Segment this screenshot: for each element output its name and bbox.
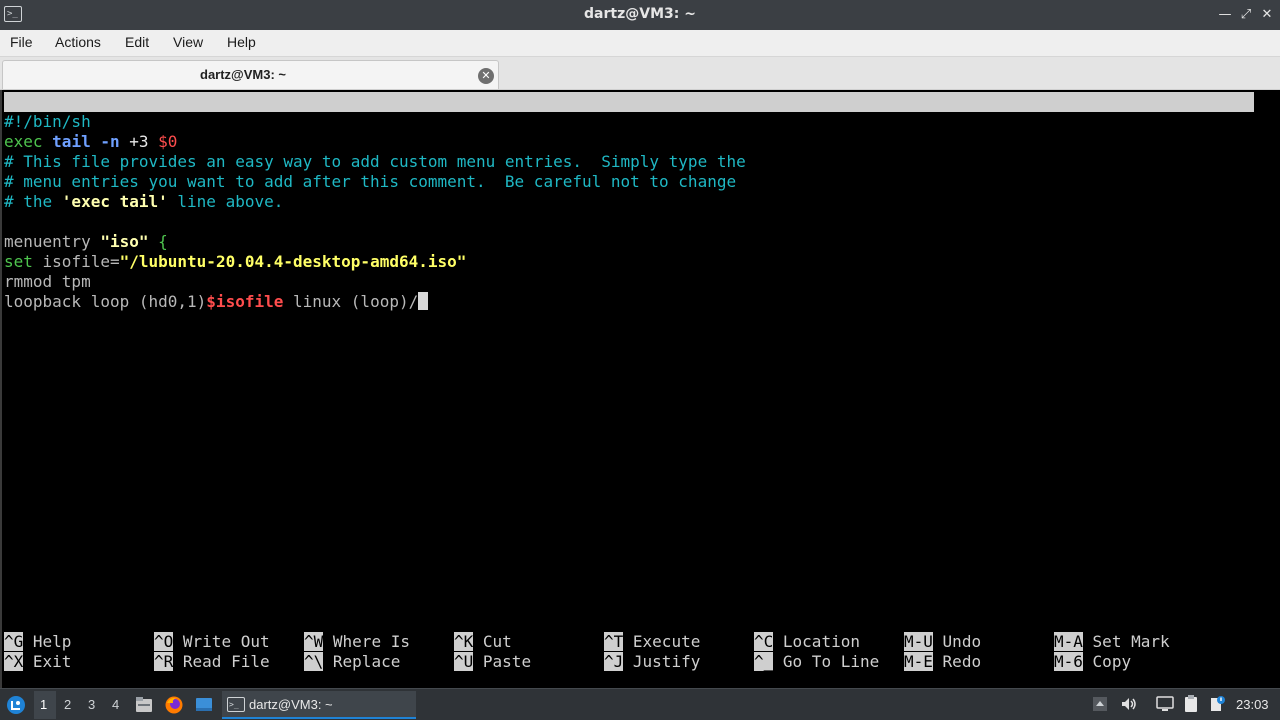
workspace-2[interactable]: 2 [64,697,71,712]
shortcut-cut: ^K Cut [454,632,512,651]
clock[interactable]: 23:03 [1236,697,1269,712]
shortcut-help: ^G Help [4,632,72,651]
taskbar: 1 2 3 4 >_ dartz@VM3: ~ 23:03 [0,688,1280,720]
shortcut-undo: M-U Undo [904,632,982,651]
clipboard-icon[interactable] [1183,694,1199,714]
shortcut-write-out: ^O Write Out [154,632,270,651]
shortcut-paste: ^U Paste [454,652,532,671]
editor-line-8: set isofile="/lubuntu-20.04.4-desktop-am… [4,252,467,271]
taskbar-terminal-button[interactable]: >_ dartz@VM3: ~ [222,691,416,719]
menu-help[interactable]: Help [227,34,256,50]
shortcut-justify: ^J Justify [604,652,701,671]
text-cursor [418,292,429,310]
editor-line-4: # menu entries you want to add after thi… [4,172,737,191]
editor-line-9: rmmod tpm [4,272,91,291]
terminal-icon: >_ [227,697,245,712]
shortcut-set-mark: M-A Set Mark [1054,632,1170,651]
menu-actions[interactable]: Actions [55,34,101,50]
close-icon[interactable]: ✕ [1258,6,1276,24]
minimize-icon[interactable]: — [1216,6,1234,24]
workspace-1[interactable]: 1 [40,697,47,712]
file-manager-icon[interactable] [134,695,154,715]
terminal-scrollbar[interactable] [1254,90,1280,688]
network-icon[interactable] [1155,695,1175,713]
volume-icon[interactable] [1120,695,1138,713]
tab-close-icon[interactable]: ✕ [478,68,494,84]
editor-line-10: loopback loop (hd0,1)$isofile linux (loo… [4,292,429,312]
shortcut-exit: ^X Exit [4,652,72,671]
maximize-icon[interactable]: ⤢ [1237,6,1255,24]
menu-view[interactable]: View [173,34,203,50]
tab-bar: dartz@VM3: ~ ✕ [0,57,1280,90]
editor-line-3: # This file provides an easy way to add … [4,152,746,171]
menu-edit[interactable]: Edit [125,34,149,50]
firefox-icon[interactable] [164,695,184,715]
shortcut-copy: M-6 Copy [1054,652,1132,671]
tab-label: dartz@VM3: ~ [200,67,286,82]
editor-line-2: exec tail -n +3 $0 [4,132,178,151]
editor-line-7: menuentry "iso" { [4,232,168,251]
window-titlebar: >_ dartz@VM3: ~ — ⤢ ✕ [0,0,1280,30]
shortcut-replace: ^\ Replace [304,652,401,671]
shortcut-go-to-line: ^_ Go To Line [754,652,880,671]
menu-file[interactable]: File [10,34,33,50]
lubuntu-start-icon[interactable] [6,695,26,715]
workspace-3[interactable]: 3 [88,697,95,712]
update-notifier-icon[interactable] [1208,695,1226,713]
terminal-area[interactable]: GNU nano 5.6.1 /etc/grub.d/40_custom * #… [0,90,1280,688]
shortcut-location: ^C Location [754,632,860,651]
shortcut-redo: M-E Redo [904,652,982,671]
window-title: dartz@VM3: ~ [584,6,696,22]
editor-line-5: # the 'exec tail' line above. [4,192,284,211]
nano-titlebar: GNU nano 5.6.1 /etc/grub.d/40_custom * [4,92,1254,151]
taskbar-terminal-label: dartz@VM3: ~ [249,697,333,712]
shortcut-read-file: ^R Read File [154,652,270,671]
workspace-4[interactable]: 4 [112,697,119,712]
shortcut-where-is: ^W Where Is [304,632,410,651]
editor-line-1: #!/bin/sh [4,112,91,131]
terminal-tab[interactable]: dartz@VM3: ~ ✕ [2,60,499,89]
tray-up-arrow-icon[interactable] [1092,696,1108,712]
menu-bar: File Actions Edit View Help [0,30,1280,57]
shortcut-execute: ^T Execute [604,632,701,651]
show-desktop-icon[interactable] [194,695,214,715]
nano-filename: /etc/grub.d/40_custom * [554,132,776,151]
